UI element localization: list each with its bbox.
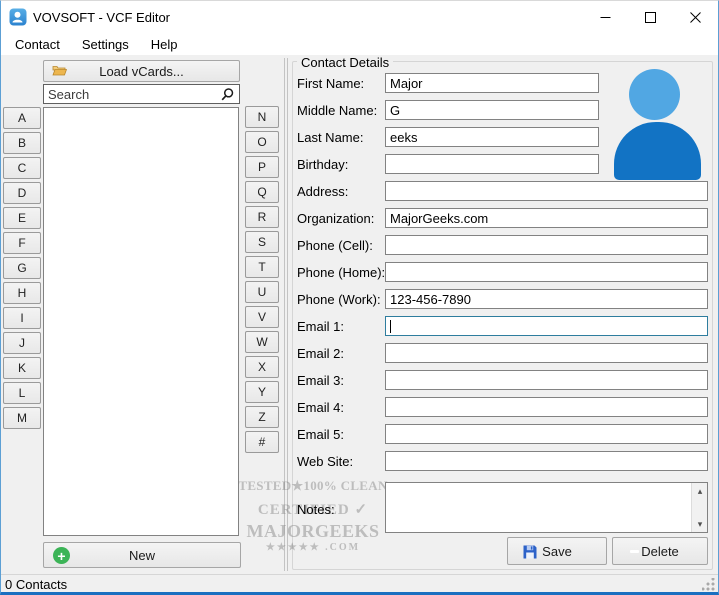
letter-button-o[interactable]: O (245, 131, 279, 153)
avatar-head-icon (629, 69, 680, 120)
email-2-field[interactable] (385, 343, 708, 363)
search-icon[interactable] (220, 87, 235, 105)
text-caret (390, 320, 391, 333)
letter-button-z[interactable]: Z (245, 406, 279, 428)
app-window: VOVSOFT - VCF Editor ContactSettingsHelp… (0, 0, 719, 595)
avatar-body-icon (614, 122, 701, 180)
phone-cell-field[interactable] (385, 235, 708, 255)
letter-button-n[interactable]: N (245, 106, 279, 128)
notes-scrollbar[interactable]: ▴ ▾ (691, 483, 707, 532)
field-label-web-site: Web Site: (297, 454, 353, 469)
letter-button-i[interactable]: I (3, 307, 41, 329)
status-bar: 0 Contacts (1, 574, 718, 593)
middle-name-field[interactable]: G (385, 100, 599, 120)
contact-details-title: Contact Details (297, 55, 393, 70)
letter-button-f[interactable]: F (3, 232, 41, 254)
email-5-field[interactable] (385, 424, 708, 444)
letter-button-q[interactable]: Q (245, 181, 279, 203)
letter-button-p[interactable]: P (245, 156, 279, 178)
phone-work-field[interactable]: 123-456-7890 (385, 289, 708, 309)
letter-button-t[interactable]: T (245, 256, 279, 278)
letter-button-l[interactable]: L (3, 382, 41, 404)
contact-count: 0 Contacts (5, 577, 67, 592)
letter-button-u[interactable]: U (245, 281, 279, 303)
field-label-first-name: First Name: (297, 76, 364, 91)
field-label-email-3: Email 3: (297, 373, 344, 388)
search-placeholder: Search (48, 87, 89, 102)
letter-button-x[interactable]: X (245, 356, 279, 378)
letter-button-b[interactable]: B (3, 132, 41, 154)
app-logo-icon (9, 8, 27, 26)
field-label-phone-home: Phone (Home): (297, 265, 385, 280)
letter-button-e[interactable]: E (3, 207, 41, 229)
maximize-button[interactable] (628, 1, 673, 33)
scroll-down-icon[interactable]: ▾ (692, 516, 708, 532)
delete-button[interactable]: Delete (612, 537, 708, 565)
delete-label: Delete (641, 544, 679, 559)
save-button[interactable]: Save (507, 537, 607, 565)
letter-button-a[interactable]: A (3, 107, 41, 129)
field-label-email-5: Email 5: (297, 427, 344, 442)
letter-button-d[interactable]: D (3, 182, 41, 204)
resize-grip[interactable] (702, 578, 715, 591)
notes-textarea[interactable]: ▴ ▾ (385, 482, 708, 533)
save-label: Save (542, 544, 572, 559)
save-floppy-icon (522, 544, 538, 563)
field-label-phone-work: Phone (Work): (297, 292, 381, 307)
field-label-email-2: Email 2: (297, 346, 344, 361)
letter-button-h[interactable]: H (3, 282, 41, 304)
letter-button-s[interactable]: S (245, 231, 279, 253)
letter-button-hash[interactable]: # (245, 431, 279, 453)
field-label-email-4: Email 4: (297, 400, 344, 415)
letter-button-c[interactable]: C (3, 157, 41, 179)
letter-button-g[interactable]: G (3, 257, 41, 279)
menu-item-settings[interactable]: Settings (71, 34, 140, 55)
scroll-up-icon[interactable]: ▴ (692, 483, 708, 499)
letter-button-j[interactable]: J (3, 332, 41, 354)
field-label-email-1: Email 1: (297, 319, 344, 334)
field-label-last-name: Last Name: (297, 130, 363, 145)
search-input[interactable]: Search (43, 84, 240, 104)
open-folder-icon (52, 64, 67, 80)
panel-splitter[interactable] (284, 58, 288, 571)
notes-label: Notes: (297, 502, 335, 517)
email-4-field[interactable] (385, 397, 708, 417)
close-button[interactable] (673, 1, 718, 33)
menu-item-help[interactable]: Help (140, 34, 189, 55)
letter-button-k[interactable]: K (3, 357, 41, 379)
letter-button-y[interactable]: Y (245, 381, 279, 403)
web-site-field[interactable] (385, 451, 708, 471)
field-label-middle-name: Middle Name: (297, 103, 377, 118)
letter-button-w[interactable]: W (245, 331, 279, 353)
letter-button-v[interactable]: V (245, 306, 279, 328)
letter-button-r[interactable]: R (245, 206, 279, 228)
field-label-phone-cell: Phone (Cell): (297, 238, 373, 253)
minimize-button[interactable] (583, 1, 628, 33)
first-name-field[interactable]: Major (385, 73, 599, 93)
field-label-address: Address: (297, 184, 348, 199)
title-bar[interactable]: VOVSOFT - VCF Editor (1, 1, 718, 33)
menu-item-contact[interactable]: Contact (4, 34, 71, 55)
menu-bar: ContactSettingsHelp (1, 33, 718, 55)
birthday-field[interactable] (385, 154, 599, 174)
email-3-field[interactable] (385, 370, 708, 390)
organization-field[interactable]: MajorGeeks.com (385, 208, 708, 228)
plus-icon: + (53, 547, 70, 564)
email-1-field[interactable] (385, 316, 708, 336)
last-name-field[interactable]: eeks (385, 127, 599, 147)
field-label-organization: Organization: (297, 211, 374, 226)
phone-home-field[interactable] (385, 262, 708, 282)
window-title: VOVSOFT - VCF Editor (33, 10, 170, 25)
field-label-birthday: Birthday: (297, 157, 348, 172)
contact-list[interactable] (43, 107, 239, 536)
address-field[interactable] (385, 181, 708, 201)
letter-button-m[interactable]: M (3, 407, 41, 429)
load-vcards-button[interactable]: Load vCards... (43, 60, 240, 82)
contact-photo-placeholder (614, 67, 702, 180)
new-contact-button[interactable]: + New (43, 542, 241, 568)
load-vcards-label: Load vCards... (99, 64, 184, 79)
new-contact-label: New (129, 548, 155, 563)
